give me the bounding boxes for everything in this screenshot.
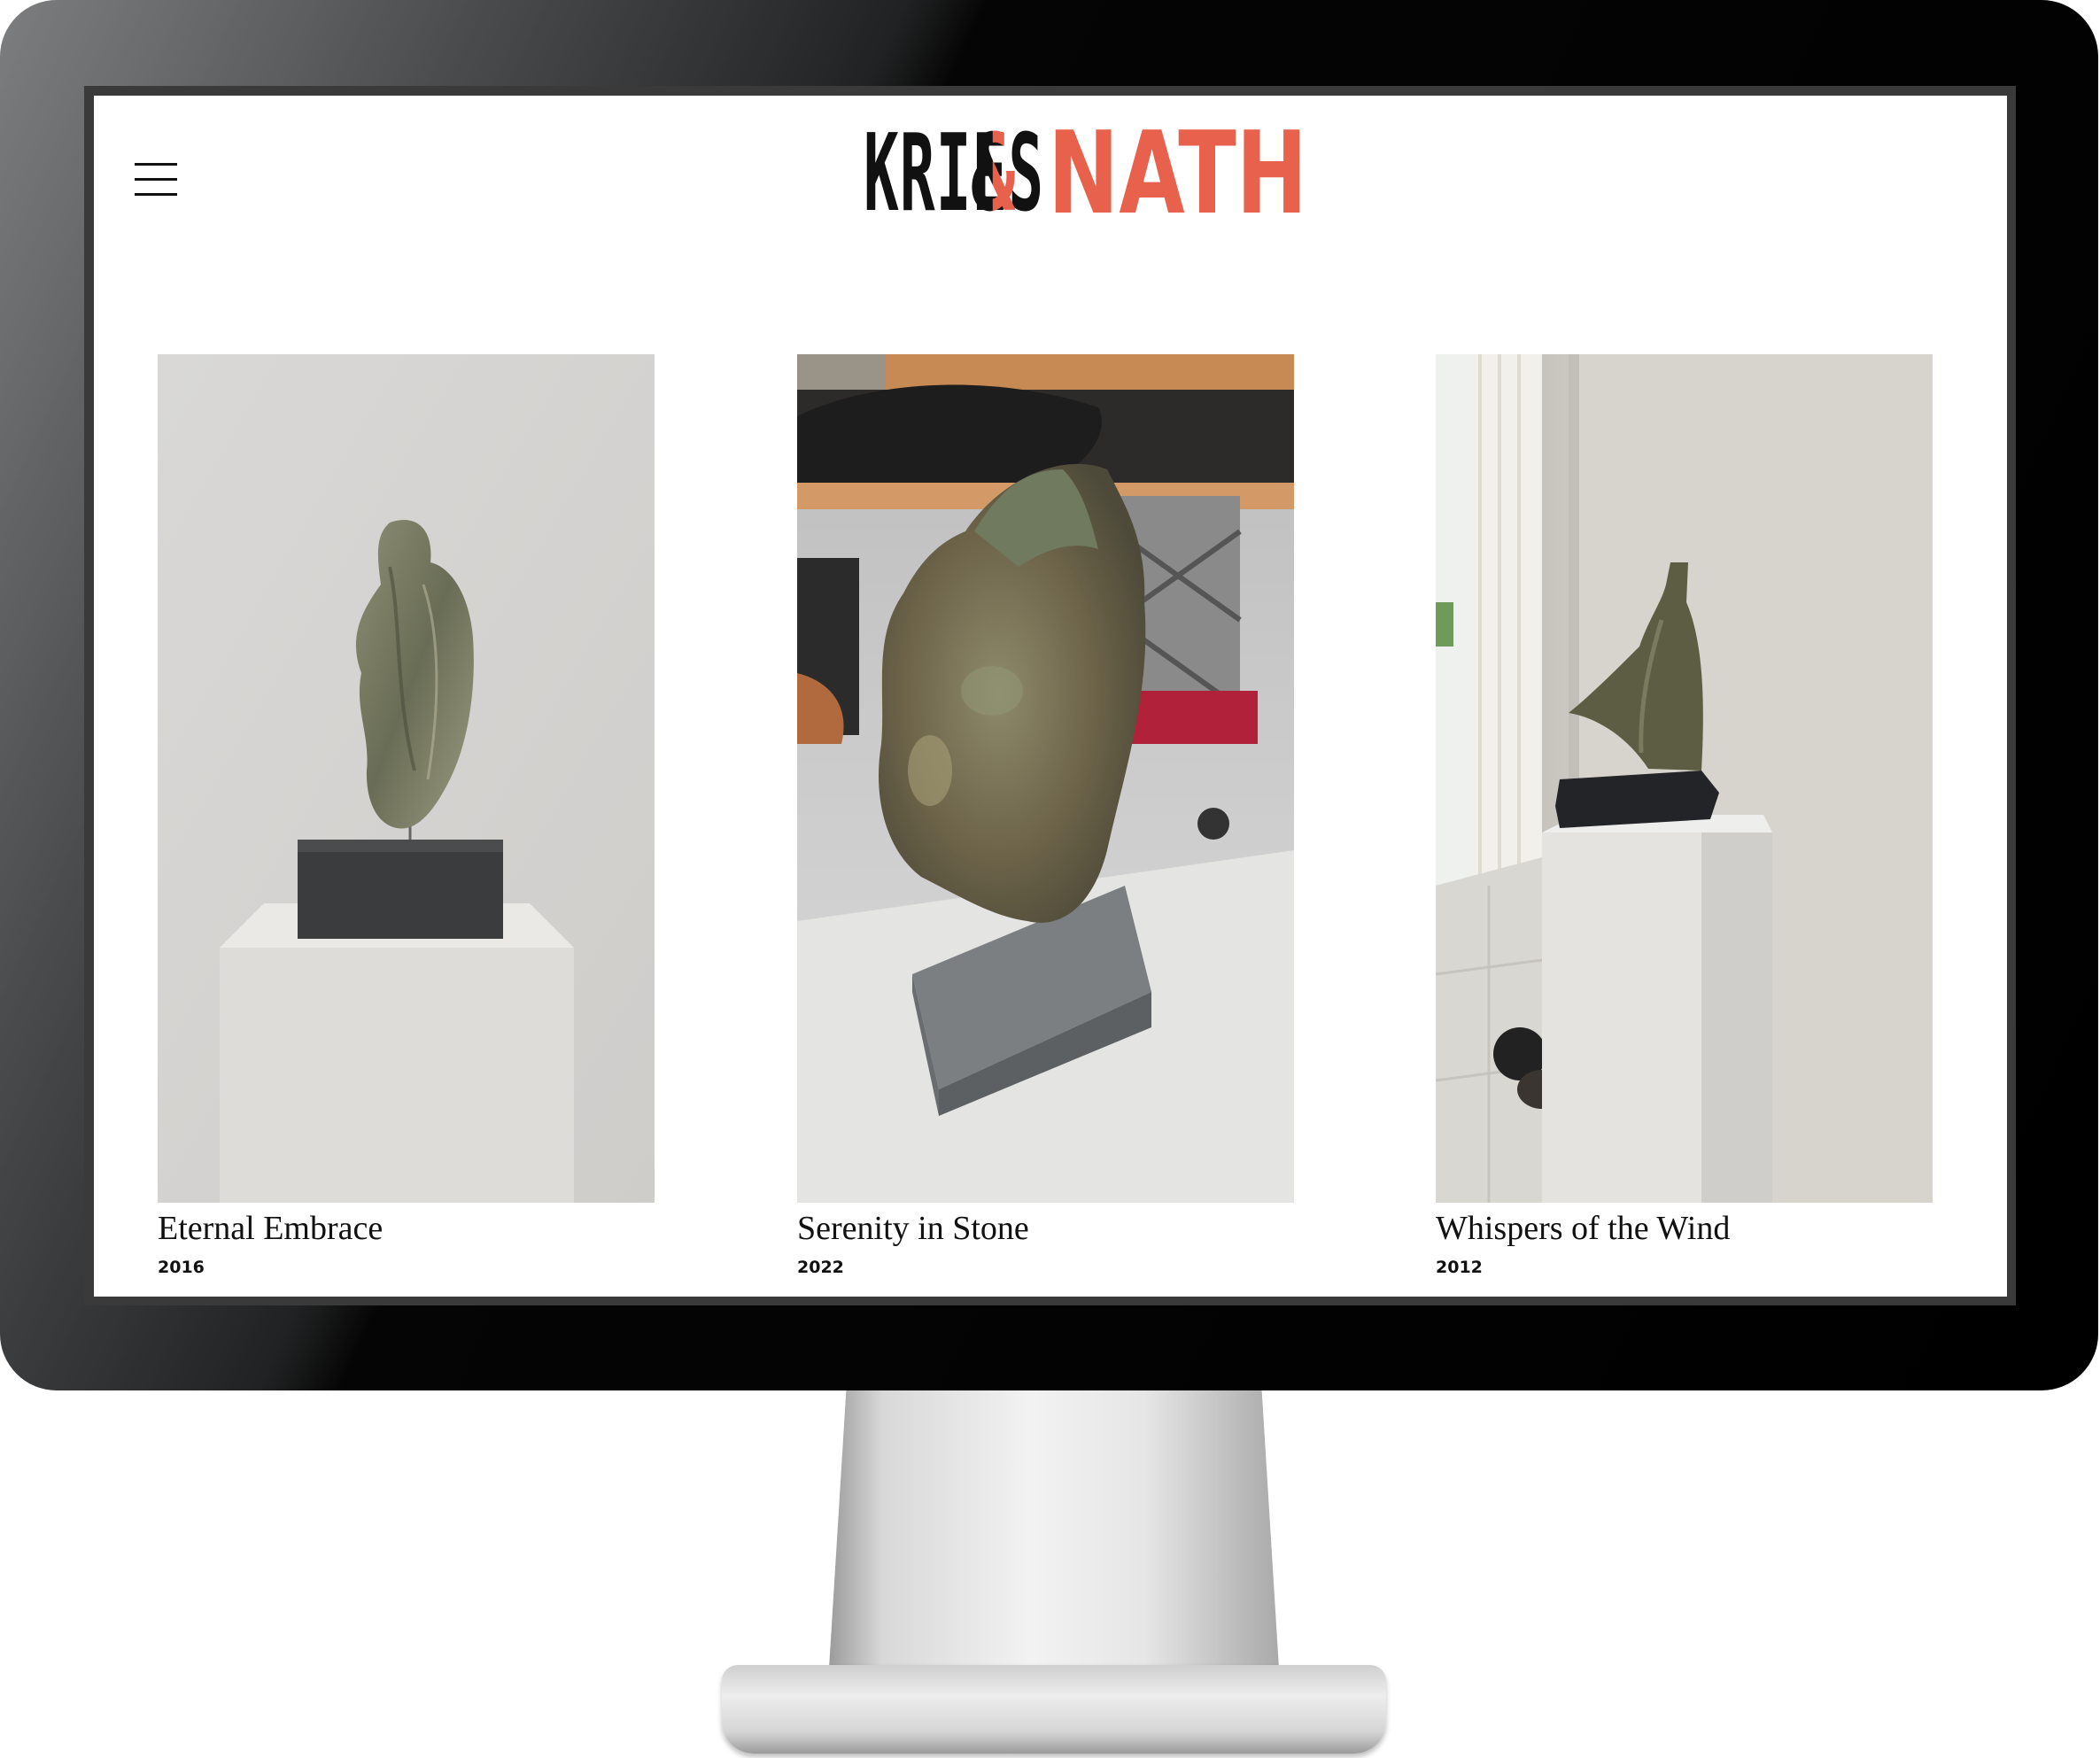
artwork-photo-serenity-in-stone[interactable] bbox=[797, 354, 1294, 1203]
logo-word-nath: NATH bbox=[1048, 108, 1308, 240]
artwork-year: 2022 bbox=[797, 1258, 844, 1277]
monitor-mockup: KRIES & NATH Eternal Embrace 2016 Sereni… bbox=[0, 0, 2100, 1758]
artwork-card[interactable]: Whispers of the Wind 2012 bbox=[1436, 354, 1933, 1277]
artwork-gallery: Eternal Embrace 2016 Serenity in Stone 2… bbox=[158, 354, 1943, 1293]
website-screen: KRIES & NATH Eternal Embrace 2016 Sereni… bbox=[94, 96, 2007, 1297]
site-logo[interactable]: KRIES & NATH bbox=[785, 108, 1325, 241]
artwork-card[interactable]: Serenity in Stone 2022 bbox=[797, 354, 1294, 1277]
artwork-year: 2016 bbox=[158, 1258, 205, 1277]
logo-word-kries: KRIES bbox=[863, 112, 1045, 236]
artwork-card[interactable]: Eternal Embrace 2016 bbox=[158, 354, 655, 1277]
artwork-title[interactable]: Eternal Embrace bbox=[158, 1208, 655, 1249]
logo-ampersand: & bbox=[970, 112, 1016, 236]
artwork-year: 2012 bbox=[1436, 1258, 1483, 1277]
artwork-photo-eternal-embrace[interactable] bbox=[158, 354, 655, 1203]
monitor-stand-foot bbox=[722, 1665, 1386, 1754]
hamburger-menu-icon[interactable] bbox=[135, 163, 177, 197]
artwork-title[interactable]: Serenity in Stone bbox=[797, 1208, 1294, 1249]
artwork-title[interactable]: Whispers of the Wind bbox=[1436, 1208, 1933, 1249]
monitor-stand-neck bbox=[828, 1390, 1280, 1683]
artwork-photo-whispers-of-the-wind[interactable] bbox=[1436, 354, 1933, 1203]
